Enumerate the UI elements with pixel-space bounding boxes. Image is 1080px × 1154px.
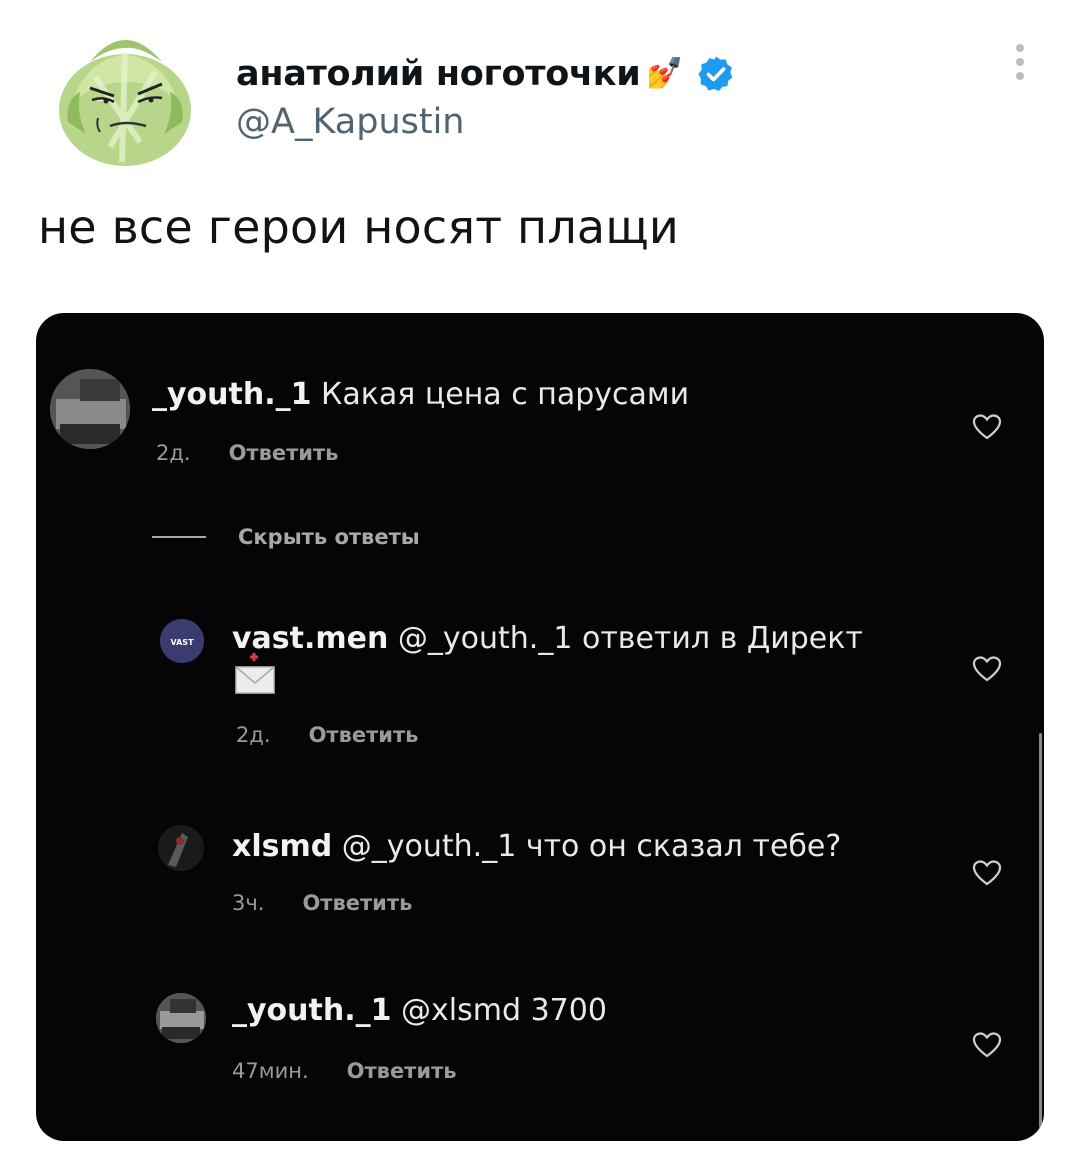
commenter-avatar: VAST [160, 619, 204, 663]
tweet-media-image[interactable]: _youth._1 Какая цена с парусами 2д. Ответ… [36, 313, 1044, 1141]
display-name[interactable]: анатолий ноготочки [236, 54, 641, 94]
comment-2-text: @_youth._1 ответил в Директ [397, 621, 863, 656]
tweet-text: не все герои носят плащи [38, 200, 679, 254]
hide-replies-label: Скрыть ответы [238, 525, 420, 549]
comment-1-time: 2д. [156, 441, 191, 465]
comment-2-time: 2д. [236, 723, 271, 747]
heart-icon[interactable] [972, 859, 1002, 887]
profile-avatar[interactable] [50, 22, 200, 172]
author-handle[interactable]: @A_Kapustin [236, 102, 465, 142]
hide-replies-button[interactable]: Скрыть ответы [152, 525, 420, 549]
comment-2-meta: 2д. Ответить [236, 723, 418, 747]
commenter-avatar [156, 993, 206, 1043]
comment-3-body: xlsmd @_youth._1 что он сказал тебе? [232, 829, 841, 864]
comment-3-text: @_youth._1 что он сказал тебе? [341, 829, 842, 864]
comment-4-reply-button[interactable]: Ответить [347, 1059, 457, 1083]
more-vertical-icon[interactable] [1008, 40, 1032, 88]
heart-icon[interactable] [972, 413, 1002, 441]
heart-icon[interactable] [972, 655, 1002, 683]
author-name-row[interactable]: анатолий ноготочки 💅 [236, 52, 736, 96]
comment-4-meta: 47мин. Ответить [232, 1059, 457, 1083]
commenter-avatar [158, 825, 204, 871]
nail-polish-emoji: 💅 [646, 56, 684, 91]
avatar-label: VAST [170, 638, 194, 647]
comment-4-body: _youth._1 @xlsmd 3700 [232, 993, 607, 1028]
comment-4-time: 47мин. [232, 1059, 309, 1083]
comment-1-text: Какая цена с парусами [321, 377, 690, 412]
comment-4-text: @xlsmd 3700 [401, 993, 607, 1028]
comment-4-user[interactable]: _youth._1 [232, 993, 392, 1028]
commenter-avatar [50, 369, 130, 449]
comment-1-meta: 2д. Ответить [156, 441, 338, 465]
comment-1-user[interactable]: _youth._1 [152, 377, 312, 412]
comment-1-body: _youth._1 Какая цена с парусами [152, 377, 689, 412]
comment-2-reply-button[interactable]: Ответить [309, 723, 419, 747]
scrollbar[interactable] [1039, 733, 1042, 1128]
cabbage-face-avatar [59, 40, 191, 166]
comment-2-body: vast.men @_youth._1 ответил в Директ [232, 621, 863, 656]
comment-3-user[interactable]: xlsmd [232, 829, 332, 864]
comment-3-time: 3ч. [232, 891, 265, 915]
heart-icon[interactable] [972, 1031, 1002, 1059]
comment-1-reply-button[interactable]: Ответить [229, 441, 339, 465]
comment-3-reply-button[interactable]: Ответить [302, 891, 412, 915]
verified-badge-icon [698, 56, 733, 91]
hide-replies-line [152, 536, 206, 538]
envelope-icon [235, 653, 275, 694]
comment-3-meta: 3ч. Ответить [232, 891, 412, 915]
